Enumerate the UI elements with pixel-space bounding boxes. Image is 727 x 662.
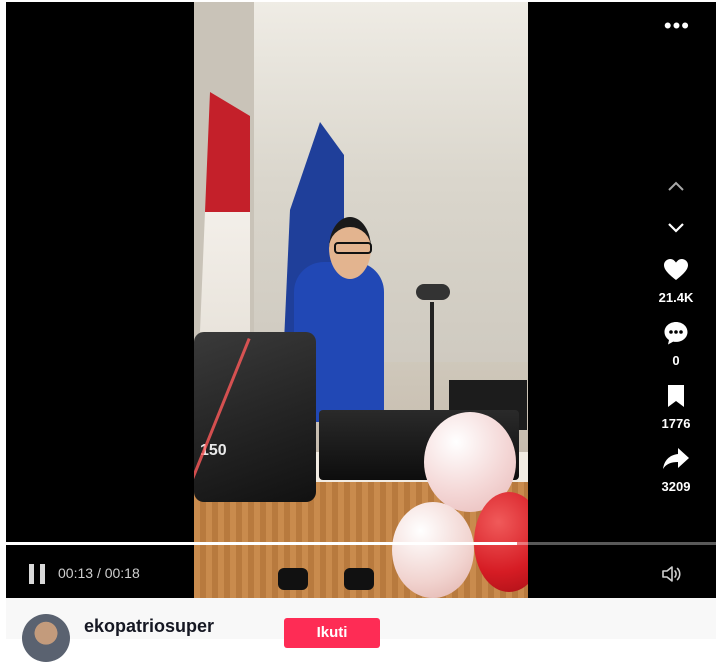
video-player[interactable]: 150 ••• 21.4K 0 1776 3209 00:13 / 00:18 [6, 2, 716, 598]
author-username[interactable]: ekopatriosuper [84, 616, 214, 637]
chevron-down-icon [668, 223, 684, 233]
save-count: 1776 [661, 416, 691, 431]
share-action: 3209 [654, 445, 698, 494]
previous-video-button[interactable] [654, 172, 698, 200]
total-time: 00:18 [104, 565, 140, 581]
pause-icon [29, 564, 34, 584]
video-scene-shoe-left [278, 568, 308, 590]
comment-action: 0 [654, 319, 698, 368]
more-options-button[interactable]: ••• [663, 13, 690, 38]
next-video-button[interactable] [654, 214, 698, 242]
progress-bar-fill [6, 542, 518, 545]
video-scene-microphone [416, 284, 450, 300]
author-bar: ekopatriosuper Ikuti [6, 598, 716, 662]
video-scene-balloon-white-2 [392, 502, 474, 598]
video-scene-speaker [194, 332, 316, 502]
more-dots-icon: ••• [663, 13, 690, 38]
like-action: 21.4K [654, 256, 698, 305]
video-scene-mic-stand [430, 302, 434, 412]
action-rail: 21.4K 0 1776 3209 [654, 172, 698, 508]
video-frame[interactable]: 150 [194, 2, 528, 598]
like-button[interactable] [662, 256, 690, 284]
video-scene-glasses [334, 242, 372, 254]
avatar[interactable] [22, 614, 70, 662]
progress-bar[interactable] [6, 542, 716, 545]
volume-icon [662, 566, 681, 582]
heart-icon [664, 259, 688, 280]
chevron-up-icon [668, 181, 684, 191]
pause-button[interactable] [28, 564, 48, 584]
current-time: 00:13 [58, 565, 94, 581]
bookmark-icon [668, 385, 684, 407]
share-button[interactable] [662, 445, 690, 473]
pause-icon-bar [40, 564, 45, 584]
comment-count: 0 [672, 353, 680, 368]
follow-button[interactable]: Ikuti [284, 618, 380, 648]
volume-button[interactable] [660, 562, 684, 586]
video-scene-shoe-right [344, 568, 374, 590]
share-arrow-icon [663, 448, 689, 469]
share-count: 3209 [661, 479, 691, 494]
comment-button[interactable] [662, 319, 690, 347]
save-action: 1776 [654, 382, 698, 431]
save-button[interactable] [662, 382, 690, 410]
time-separator: / [96, 565, 101, 581]
like-count: 21.4K [658, 290, 694, 305]
playback-time: 00:13 / 00:18 [58, 565, 140, 581]
comment-icon [664, 322, 688, 345]
